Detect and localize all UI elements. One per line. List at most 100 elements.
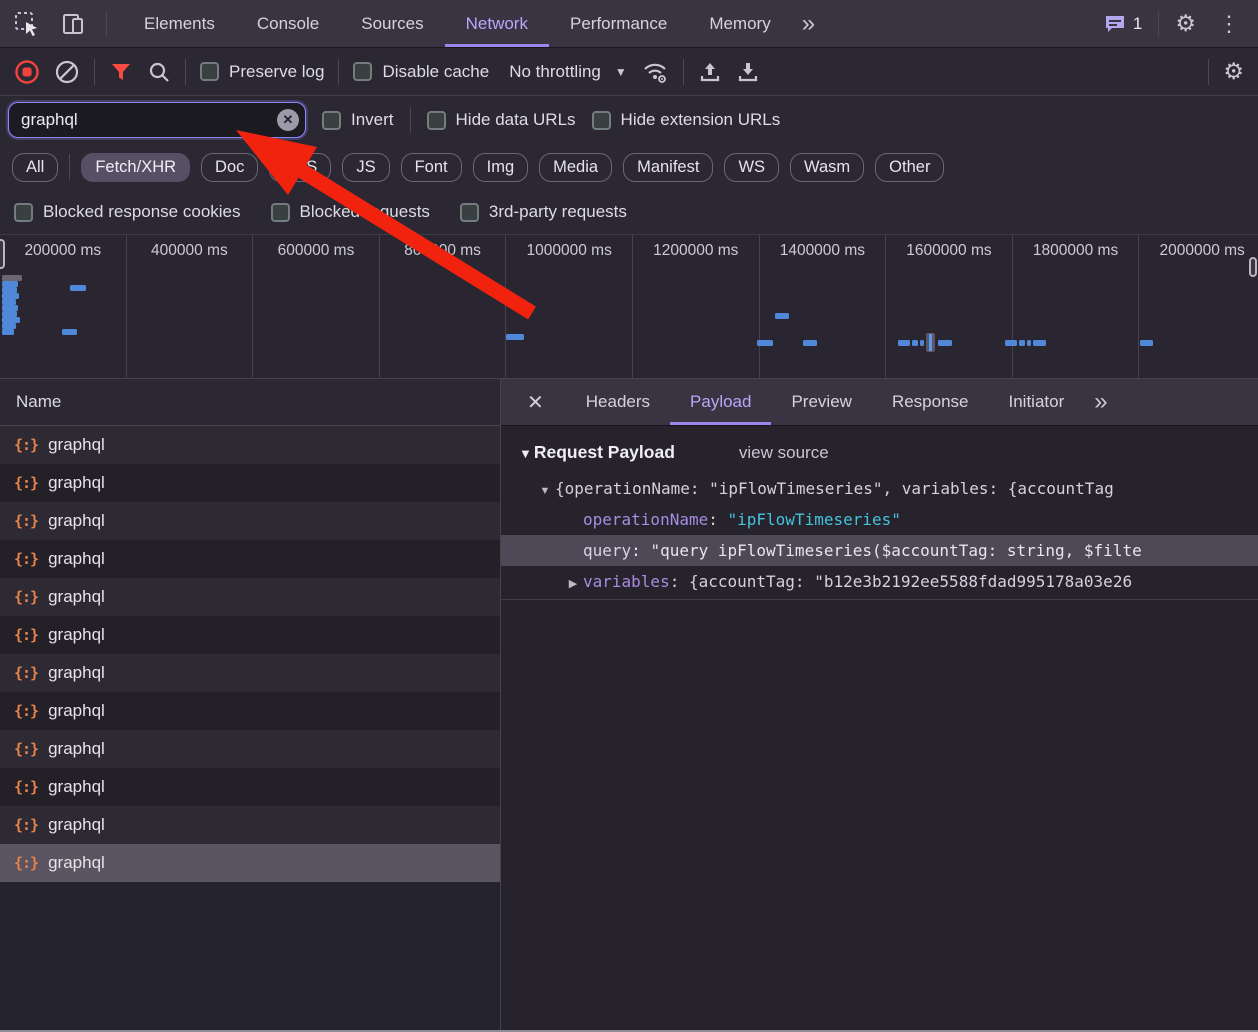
request-timing-bar[interactable]: [803, 340, 817, 346]
request-timing-bar[interactable]: [757, 340, 773, 346]
request-row[interactable]: {:}graphql: [0, 806, 500, 844]
request-timing-bar[interactable]: [912, 340, 918, 346]
tab-network[interactable]: Network: [445, 0, 549, 47]
network-conditions-icon[interactable]: [641, 59, 669, 85]
detail-tab-headers[interactable]: Headers: [566, 379, 670, 425]
request-row[interactable]: {:}graphql: [0, 844, 500, 882]
overview-left-handle[interactable]: [0, 239, 5, 269]
checkbox[interactable]: [271, 203, 290, 222]
request-row[interactable]: {:}graphql: [0, 502, 500, 540]
throttling-dropdown[interactable]: No throttling ▼: [509, 62, 627, 82]
request-timing-bar[interactable]: [938, 340, 952, 346]
clear-filter-icon[interactable]: ✕: [277, 109, 299, 131]
request-timing-bar[interactable]: [1033, 340, 1046, 346]
chip-manifest[interactable]: Manifest: [623, 153, 713, 182]
chip-doc[interactable]: Doc: [201, 153, 258, 182]
import-har-icon[interactable]: [698, 60, 722, 84]
overview-right-handle[interactable]: [1249, 257, 1257, 277]
chip-all[interactable]: All: [12, 153, 58, 182]
clear-network-log-icon[interactable]: [54, 59, 80, 85]
request-timing-bar[interactable]: [1027, 340, 1031, 346]
request-row[interactable]: {:}graphql: [0, 540, 500, 578]
tab-performance[interactable]: Performance: [549, 0, 688, 47]
detail-tab-response[interactable]: Response: [872, 379, 989, 425]
hide-data-urls-checkbox[interactable]: Hide data URLs: [427, 110, 576, 130]
search-icon[interactable]: [147, 60, 171, 84]
filter-icon[interactable]: [109, 60, 133, 84]
chip-ws[interactable]: WS: [724, 153, 779, 182]
customize-menu-icon[interactable]: ⋮: [1212, 13, 1246, 35]
request-row[interactable]: {:}graphql: [0, 426, 500, 464]
view-source-link[interactable]: view source: [739, 443, 829, 463]
network-overview-timeline[interactable]: 200000 ms400000 ms600000 ms800000 ms1000…: [0, 235, 1258, 379]
request-row[interactable]: {:}graphql: [0, 654, 500, 692]
request-timing-bar[interactable]: [898, 340, 910, 346]
checkbox[interactable]: [427, 111, 446, 130]
3rd-party-requests-checkbox[interactable]: 3rd-party requests: [460, 202, 627, 222]
chip-media[interactable]: Media: [539, 153, 612, 182]
payload-line[interactable]: operationName: "ipFlowTimeseries": [501, 504, 1258, 535]
chip-font[interactable]: Font: [401, 153, 462, 182]
device-toolbar-icon[interactable]: [60, 11, 86, 37]
blocked-requests-checkbox[interactable]: Blocked requests: [271, 202, 430, 222]
request-row[interactable]: {:}graphql: [0, 768, 500, 806]
disable-cache-checkbox[interactable]: Disable cache: [353, 62, 489, 82]
request-timing-bar[interactable]: [1140, 340, 1153, 346]
checkbox[interactable]: [14, 203, 33, 222]
more-tabs-icon[interactable]: »: [792, 10, 825, 38]
payload-line[interactable]: ▶variables: {accountTag: "b12e3b2192ee55…: [501, 566, 1258, 597]
checkbox[interactable]: [353, 62, 372, 81]
payload-line[interactable]: ▼{operationName: "ipFlowTimeseries", var…: [501, 473, 1258, 504]
request-timing-bar[interactable]: [1005, 340, 1017, 346]
settings-gear-icon[interactable]: ⚙: [1175, 12, 1196, 35]
request-row[interactable]: {:}graphql: [0, 464, 500, 502]
chip-js[interactable]: JS: [342, 153, 389, 182]
request-timing-bar[interactable]: [506, 334, 524, 340]
invert-checkbox[interactable]: Invert: [322, 110, 394, 130]
checkbox[interactable]: [592, 111, 611, 130]
chip-css[interactable]: CSS: [269, 153, 331, 182]
name-column-header[interactable]: Name: [0, 379, 500, 426]
checkbox[interactable]: [460, 203, 479, 222]
payload-line[interactable]: query: "query ipFlowTimeseries($accountT…: [501, 535, 1258, 566]
blocked-response-cookies-checkbox[interactable]: Blocked response cookies: [14, 202, 241, 222]
request-row[interactable]: {:}graphql: [0, 692, 500, 730]
tab-sources[interactable]: Sources: [340, 0, 444, 47]
chip-other[interactable]: Other: [875, 153, 944, 182]
request-timing-bar[interactable]: [1019, 340, 1025, 346]
request-timing-bar[interactable]: [70, 285, 86, 291]
more-detail-tabs-icon[interactable]: »: [1084, 388, 1117, 416]
tab-console[interactable]: Console: [236, 0, 340, 47]
request-timing-bar[interactable]: [2, 329, 14, 335]
request-timing-bar[interactable]: [775, 313, 789, 319]
request-name: graphql: [48, 815, 105, 835]
selected-request-marker[interactable]: [926, 333, 935, 352]
filter-input[interactable]: [8, 102, 306, 138]
request-row[interactable]: {:}graphql: [0, 730, 500, 768]
checkbox[interactable]: [200, 62, 219, 81]
issues-counter[interactable]: 1: [1104, 14, 1142, 34]
request-payload-section[interactable]: ▼Request Payload: [519, 442, 675, 463]
checkbox[interactable]: [322, 111, 341, 130]
inspect-element-icon[interactable]: [14, 11, 40, 37]
request-timing-bar[interactable]: [62, 329, 77, 335]
request-row[interactable]: {:}graphql: [0, 578, 500, 616]
network-settings-gear-icon[interactable]: ⚙: [1223, 60, 1244, 83]
export-har-icon[interactable]: [736, 60, 760, 84]
chip-wasm[interactable]: Wasm: [790, 153, 864, 182]
record-network-log-icon[interactable]: [14, 59, 40, 85]
chip-img[interactable]: Img: [473, 153, 529, 182]
request-timing-bar[interactable]: [920, 340, 924, 346]
tab-memory[interactable]: Memory: [688, 0, 791, 47]
close-details-icon[interactable]: ✕: [501, 390, 566, 415]
chip-fetch-xhr[interactable]: Fetch/XHR: [81, 153, 190, 182]
disclosure-triangle-icon[interactable]: ▼: [535, 476, 555, 504]
detail-tab-preview[interactable]: Preview: [771, 379, 871, 425]
disclosure-triangle-icon[interactable]: ▶: [563, 569, 583, 597]
tab-elements[interactable]: Elements: [123, 0, 236, 47]
detail-tab-payload[interactable]: Payload: [670, 379, 771, 425]
request-row[interactable]: {:}graphql: [0, 616, 500, 654]
preserve-log-checkbox[interactable]: Preserve log: [200, 62, 324, 82]
detail-tab-initiator[interactable]: Initiator: [989, 379, 1085, 425]
hide-extension-urls-checkbox[interactable]: Hide extension URLs: [592, 110, 781, 130]
